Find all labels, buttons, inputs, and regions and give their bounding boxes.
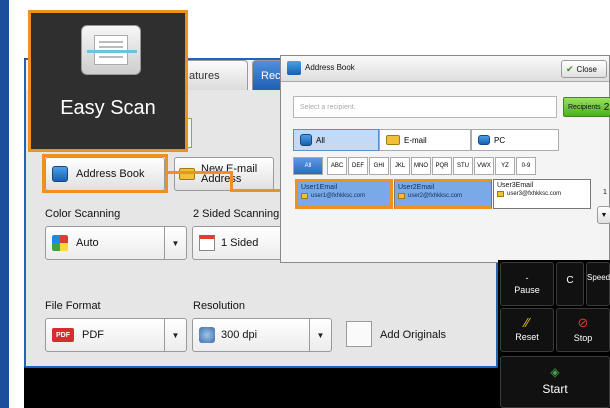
- stop-label: Stop: [573, 333, 593, 343]
- file-format-value: PDF: [82, 329, 104, 341]
- address-book-label: Address Book: [76, 168, 145, 180]
- filter-tab-all[interactable]: All: [293, 129, 379, 151]
- index-mno[interactable]: MNO: [411, 157, 431, 175]
- address-book-icon: [287, 61, 301, 75]
- two-sided-value: 1 Sided: [221, 237, 259, 249]
- scroll-page-number: 1: [603, 189, 607, 196]
- entry-name: User1Email: [301, 184, 338, 191]
- recipient-search-input[interactable]: Select a recipient.: [293, 96, 557, 118]
- filter-tab-pc[interactable]: PC: [471, 129, 559, 151]
- start-label: Start: [542, 382, 568, 396]
- address-entry[interactable]: User1Email user1@fxhkksc.com: [295, 179, 393, 209]
- filter-tab-pc-label: PC: [494, 135, 506, 145]
- check-icon: ✔: [566, 63, 574, 74]
- recipients-button[interactable]: Recipients 2: [563, 97, 610, 117]
- entry-email: user3@fxhkksc.com: [507, 191, 562, 197]
- address-entry[interactable]: User3Email user3@fxhkksc.com: [493, 179, 591, 209]
- start-icon: ◈: [550, 365, 560, 379]
- two-sided-label: 2 Sided Scanning: [193, 208, 280, 220]
- resolution-select[interactable]: 300 dpi ▼: [192, 318, 332, 352]
- file-format-select[interactable]: PDF PDF ▼: [45, 318, 187, 352]
- close-label: Close: [576, 64, 597, 74]
- index-stu[interactable]: STU: [453, 157, 473, 175]
- address-book-button[interactable]: Address Book: [45, 157, 165, 191]
- pause-key[interactable]: - Pause: [500, 262, 554, 306]
- connector-line: [168, 171, 232, 174]
- address-book-dialog: Address Book ✔ Close Select a recipient.…: [280, 55, 610, 263]
- clear-label: C: [566, 275, 574, 286]
- index-all[interactable]: All: [293, 157, 323, 175]
- index-pqr[interactable]: PQR: [432, 157, 452, 175]
- chevron-down-icon: ▼: [164, 227, 186, 259]
- one-sided-icon: [199, 235, 215, 251]
- index-jkl[interactable]: JKL: [390, 157, 410, 175]
- dialog-title: Address Book: [305, 63, 355, 72]
- clear-key[interactable]: C: [556, 262, 584, 306]
- filter-tab-email-label: E-mail: [404, 135, 427, 145]
- index-abc[interactable]: ABC: [327, 157, 347, 175]
- chevron-down-icon: ▼: [309, 319, 331, 351]
- pause-icon: -: [525, 273, 529, 283]
- color-scanning-select[interactable]: Auto ▼: [45, 226, 187, 260]
- highlight-frame: [42, 154, 168, 157]
- email-icon: [386, 135, 400, 145]
- speed-dial-label: Speed Dial: [587, 273, 610, 282]
- resolution-value: 300 dpi: [221, 329, 258, 341]
- pdf-icon: PDF: [52, 328, 74, 342]
- index-ghi[interactable]: GHI: [369, 157, 389, 175]
- index-yz[interactable]: YZ: [495, 157, 515, 175]
- easy-scan-label: Easy Scan: [60, 97, 156, 119]
- index-0-9[interactable]: 0-9: [516, 157, 536, 175]
- entry-email: user1@fxhkksc.com: [311, 193, 366, 199]
- resolution-label: Resolution: [193, 300, 245, 312]
- chevron-down-icon: ▼: [164, 319, 186, 351]
- color-icon: [52, 235, 68, 251]
- add-originals-checkbox[interactable]: [346, 321, 372, 347]
- pc-icon: [478, 135, 490, 145]
- scanner-icon: [81, 25, 141, 75]
- stop-key[interactable]: ⊘ Stop: [556, 308, 610, 352]
- address-entry[interactable]: User2Email user2@fxhkksc.com: [394, 179, 492, 209]
- resolution-icon: [199, 327, 215, 343]
- recipients-count: 2: [603, 101, 610, 113]
- reset-icon: ⁄⁄: [524, 315, 530, 330]
- entry-name: User2Email: [398, 184, 435, 191]
- all-contacts-icon: [300, 134, 312, 146]
- email-icon: [301, 193, 308, 199]
- entry-name: User3Email: [497, 182, 534, 189]
- color-scanning-label: Color Scanning: [45, 208, 121, 220]
- email-icon: [179, 168, 195, 180]
- stop-icon: ⊘: [577, 315, 589, 330]
- start-key[interactable]: ◈ Start: [500, 356, 610, 408]
- scroll-down-button[interactable]: ▼: [597, 206, 610, 224]
- index-def[interactable]: DEF: [348, 157, 368, 175]
- highlight-frame: [42, 190, 168, 193]
- address-book-icon: [52, 166, 68, 182]
- entry-email: user2@fxhkksc.com: [408, 193, 463, 199]
- pause-label: Pause: [514, 285, 540, 295]
- left-edge-bar: [0, 0, 9, 408]
- email-icon: [497, 191, 504, 197]
- add-originals-label: Add Originals: [380, 329, 447, 341]
- reset-key[interactable]: ⁄⁄ Reset: [500, 308, 554, 352]
- new-email-address-button[interactable]: New E-mail Address: [174, 157, 274, 191]
- easy-scan-tile[interactable]: Easy Scan: [28, 10, 188, 152]
- reset-label: Reset: [515, 332, 539, 342]
- close-button[interactable]: ✔ Close: [561, 60, 607, 78]
- two-sided-select[interactable]: 1 Sided: [192, 226, 292, 260]
- index-vwx[interactable]: VWX: [474, 157, 494, 175]
- tab-features-label: atures: [189, 69, 220, 82]
- highlight-frame: [42, 154, 45, 193]
- speed-dial-key[interactable]: Speed Dial: [586, 262, 610, 306]
- filter-tab-email[interactable]: E-mail: [379, 129, 471, 151]
- filter-tab-all-label: All: [316, 135, 325, 145]
- file-format-label: File Format: [45, 300, 101, 312]
- email-icon: [398, 193, 405, 199]
- recipients-label: Recipients: [568, 103, 601, 111]
- color-scanning-value: Auto: [76, 237, 99, 249]
- tab-features[interactable]: atures: [180, 60, 248, 90]
